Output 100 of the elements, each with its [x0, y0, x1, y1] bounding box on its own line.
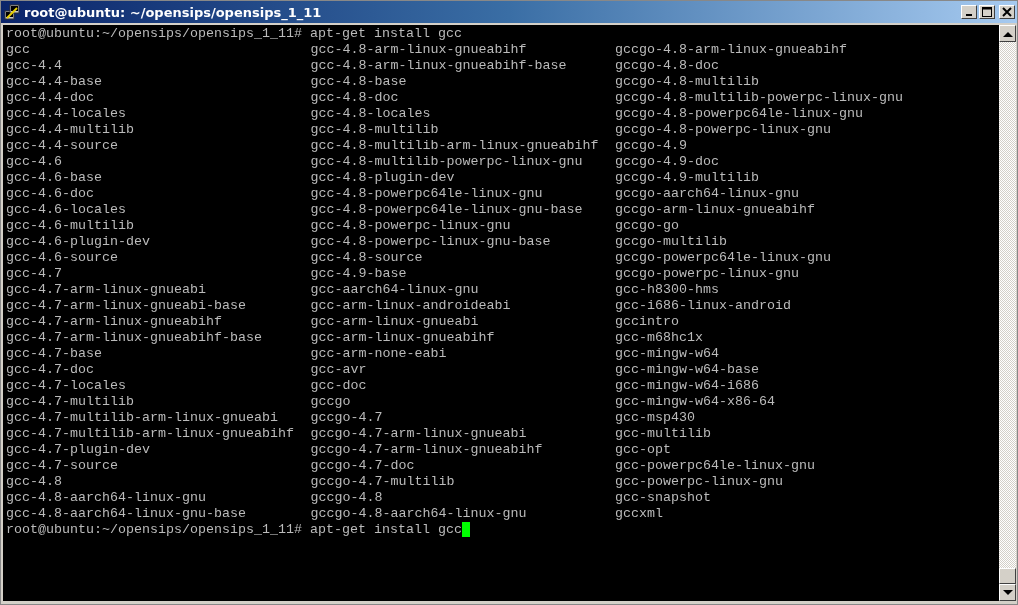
completion-item: gcc-4.4-source — [6, 138, 118, 154]
completion-item: gccgo-4.8-aarch64-linux-gnu — [310, 506, 527, 522]
command-text: apt-get install gcc — [309, 26, 462, 42]
completion-item: gcc-4.6-plugin-dev — [6, 234, 150, 250]
completion-item: gccxml — [615, 506, 663, 522]
completion-item: gcc-4.4-multilib — [6, 122, 134, 138]
completion-item: gcc-opt — [615, 442, 671, 458]
completion-item: gcc-4.6-base — [6, 170, 102, 186]
completion-item: gccgo-4.8-multilib-powerpc-linux-gnu — [615, 90, 903, 106]
close-button[interactable] — [999, 5, 1015, 19]
completion-item: gcc-4.4 — [6, 58, 62, 74]
completion-item: gcc-aarch64-linux-gnu — [310, 282, 479, 298]
completion-item: gcc-4.8-powerpc-linux-gnu — [310, 218, 511, 234]
completion-item: gcc-4.7-arm-linux-gnueabi — [6, 282, 206, 298]
completion-item: gcc — [6, 42, 30, 58]
completion-item: gccgo-4.8-doc — [615, 58, 719, 74]
completion-item: gcc-powerpc64le-linux-gnu — [615, 458, 815, 474]
shell-prompt: root@ubuntu:~/opensips/opensips_1_11# — [6, 522, 302, 538]
completion-item: gcc-4.6-source — [6, 250, 118, 266]
completion-item: gcc-4.7-multilib-arm-linux-gnueabi — [6, 410, 278, 426]
completion-item: gcc-4.8-doc — [310, 90, 399, 106]
completion-item: gccgo — [310, 394, 351, 410]
completion-item: gccgo-go — [615, 218, 679, 234]
completion-item: gccgo-4.8-powerpc64le-linux-gnu — [615, 106, 863, 122]
completion-item: gcc-mingw-w64-i686 — [615, 378, 759, 394]
completion-item: gcc-arm-none-eabi — [310, 346, 447, 362]
completion-item: gcc-4.6 — [6, 154, 62, 170]
completion-item: gccgo-4.7-doc — [310, 458, 415, 474]
completion-item: gcc-4.8-powerpc-linux-gnu-base — [310, 234, 551, 250]
completion-item: gcc-mingw-w64 — [615, 346, 719, 362]
completion-item: gcc-4.8-multilib — [310, 122, 439, 138]
completion-item: gccgo-4.7-arm-linux-gnueabi — [310, 426, 527, 442]
completion-item: gccgo-powerpc64le-linux-gnu — [615, 250, 831, 266]
completion-item: gccgo-4.7-arm-linux-gnueabihf — [310, 442, 543, 458]
completion-item: gcc-4.8-aarch64-linux-gnu — [6, 490, 206, 506]
completion-item: gccgo-4.9-multilib — [615, 170, 759, 186]
completion-item: gcc-4.8-locales — [310, 106, 431, 122]
completion-item: gcc-4.7-multilib-arm-linux-gnueabihf — [6, 426, 294, 442]
completion-item: gccgo-4.8-powerpc-linux-gnu — [615, 122, 831, 138]
completion-item: gccgo-4.8-arm-linux-gnueabihf — [615, 42, 847, 58]
maximize-button[interactable] — [979, 5, 995, 19]
completion-item: gcc-4.8-multilib-arm-linux-gnueabihf — [310, 138, 599, 154]
completion-item: gcc-4.4-locales — [6, 106, 126, 122]
completion-item: gcc-arm-linux-androideabi — [310, 298, 511, 314]
completion-item: gcc-mingw-w64-base — [615, 362, 759, 378]
scroll-down-button[interactable] — [999, 584, 1016, 601]
down-arrow-icon — [1002, 589, 1013, 596]
completion-item: gcc-4.8 — [6, 474, 62, 490]
completion-item: gccintro — [615, 314, 679, 330]
completion-item: gcc-4.6-multilib — [6, 218, 134, 234]
scrollbar-thumb[interactable] — [999, 568, 1016, 584]
completion-item: gccgo-4.7-multilib — [310, 474, 455, 490]
completion-item: gcc-4.7-multilib — [6, 394, 134, 410]
completion-item: gccgo-4.8-multilib — [615, 74, 759, 90]
command-input[interactable]: apt-get install gcc — [309, 522, 462, 538]
completion-item: gcc-4.8-source — [310, 250, 423, 266]
completion-item: gcc-snapshot — [615, 490, 711, 506]
completion-item: gcc-4.7-arm-linux-gnueabihf — [6, 314, 222, 330]
completion-item: gcc-4.6-doc — [6, 186, 94, 202]
completion-item: gcc-doc — [310, 378, 367, 394]
completion-item: gcc-4.7 — [6, 266, 62, 282]
completion-item: gcc-4.7-arm-linux-gnueabihf-base — [6, 330, 262, 346]
close-icon — [1001, 7, 1013, 17]
completion-item: gccgo-aarch64-linux-gnu — [615, 186, 799, 202]
completion-item: gcc-avr — [310, 362, 367, 378]
maximize-icon — [981, 7, 993, 17]
completion-item: gcc-arm-linux-gnueabihf — [310, 330, 495, 346]
completion-item: gcc-4.8-powerpc64le-linux-gnu — [310, 186, 543, 202]
up-arrow-icon — [1002, 30, 1013, 37]
completion-item: gcc-4.4-doc — [6, 90, 94, 106]
completion-item: gccgo-4.7 — [310, 410, 383, 426]
window-title: root@ubuntu: ~/opensips/opensips_1_11 — [24, 4, 323, 20]
completion-item: gcc-4.9-base — [310, 266, 407, 282]
completion-item: gcc-4.7-base — [6, 346, 102, 362]
completion-item: gccgo-arm-linux-gnueabihf — [615, 202, 815, 218]
scroll-up-button[interactable] — [999, 25, 1016, 42]
minimize-button[interactable] — [961, 5, 977, 19]
completion-item: gccgo-4.8 — [310, 490, 383, 506]
completion-item: gcc-m68hc1x — [615, 330, 703, 346]
completion-item: gcc-4.7-locales — [6, 378, 126, 394]
completion-item: gcc-arm-linux-gnueabi — [310, 314, 479, 330]
completion-item: gcc-4.7-plugin-dev — [6, 442, 150, 458]
completion-item: gcc-4.7-arm-linux-gnueabi-base — [6, 298, 246, 314]
completion-item: gcc-mingw-w64-x86-64 — [615, 394, 775, 410]
completion-item: gcc-4.8-arm-linux-gnueabihf — [310, 42, 527, 58]
completion-item: gcc-msp430 — [615, 410, 695, 426]
completion-item: gcc-powerpc-linux-gnu — [615, 474, 783, 490]
completion-item: gcc-multilib — [615, 426, 711, 442]
completion-item: gcc-4.4-base — [6, 74, 102, 90]
completion-item: gccgo-multilib — [615, 234, 727, 250]
vertical-scrollbar[interactable] — [999, 25, 1016, 601]
completion-item: gccgo-4.9-doc — [615, 154, 719, 170]
completion-item: gcc-4.8-powerpc64le-linux-gnu-base — [310, 202, 583, 218]
completion-item: gcc-4.8-multilib-powerpc-linux-gnu — [310, 154, 583, 170]
terminal-app-icon — [4, 4, 20, 20]
text-cursor — [461, 522, 470, 537]
completion-item: gcc-4.8-base — [310, 74, 407, 90]
minimize-icon — [966, 14, 972, 16]
completion-item: gcc-4.8-aarch64-linux-gnu-base — [6, 506, 246, 522]
shell-prompt: root@ubuntu:~/opensips/opensips_1_11# — [6, 26, 302, 42]
